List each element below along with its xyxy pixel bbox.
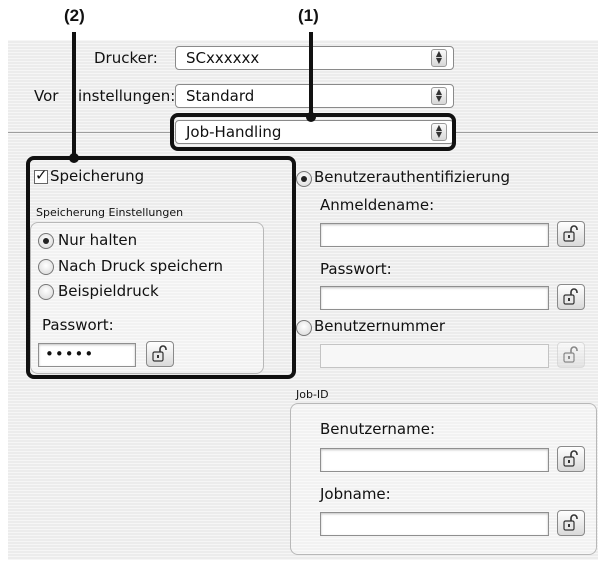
separator-right <box>452 132 598 133</box>
unlock-icon <box>563 450 578 467</box>
presets-label-end: instellungen: <box>78 87 176 105</box>
job-id-title: Job-ID <box>296 388 329 401</box>
callout-2-dot <box>69 153 79 163</box>
callout-2-highlight <box>26 156 296 379</box>
callout-1-dot <box>306 112 316 122</box>
printer-label: Drucker: <box>94 49 158 67</box>
callout-1-line <box>309 32 313 116</box>
callout-2-line <box>72 32 76 160</box>
username-field[interactable] <box>320 448 549 472</box>
auth-password-label: Passwort: <box>320 260 392 278</box>
separator-left <box>8 132 173 133</box>
user-auth-label: Benutzerauthentifizierung <box>314 168 510 186</box>
presets-popup[interactable]: Standard ▲ ▼ <box>175 84 454 108</box>
radio-user-number[interactable] <box>296 320 312 336</box>
login-lock-button[interactable] <box>557 221 585 247</box>
callout-1-label: (1) <box>298 6 319 25</box>
login-name-field[interactable] <box>320 223 549 247</box>
presets-label-start: Vor <box>34 87 59 105</box>
auth-password-lock-button[interactable] <box>557 284 585 310</box>
printer-popup[interactable]: SCxxxxxx ▲ ▼ <box>175 46 454 70</box>
presets-value: Standard <box>186 87 255 105</box>
login-name-label: Anmeldename: <box>320 196 435 214</box>
auth-password-field[interactable] <box>320 286 549 310</box>
jobname-field[interactable] <box>320 512 549 536</box>
jobname-label: Jobname: <box>320 485 391 503</box>
callout-2-label: (2) <box>64 6 85 25</box>
username-lock-button[interactable] <box>557 446 585 472</box>
updown-arrows-icon: ▲ ▼ <box>431 87 447 105</box>
radio-user-auth[interactable] <box>296 171 312 187</box>
unlock-icon <box>563 225 578 242</box>
unlock-icon <box>563 346 578 363</box>
jobname-lock-button[interactable] <box>557 510 585 536</box>
printer-value: SCxxxxxx <box>186 49 260 67</box>
unlock-icon <box>563 288 578 305</box>
user-number-lock-button[interactable] <box>557 342 585 368</box>
user-number-field[interactable] <box>320 344 549 368</box>
updown-arrows-icon: ▲ ▼ <box>431 49 447 67</box>
user-number-label: Benutzernummer <box>314 317 446 335</box>
username-label: Benutzername: <box>320 420 436 438</box>
unlock-icon <box>563 514 578 531</box>
